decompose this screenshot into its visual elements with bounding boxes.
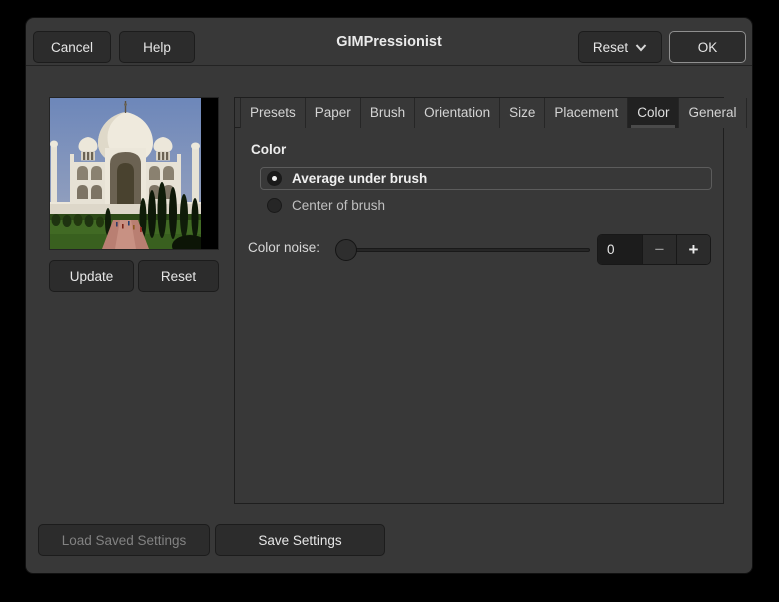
radio-button-icon[interactable] [267,171,282,186]
help-button[interactable]: Help [119,31,195,63]
tab-size[interactable]: Size [499,98,546,128]
tab-general[interactable]: General [678,98,747,128]
taj-mahal-photo [50,98,201,249]
radio-button-icon[interactable] [267,198,282,213]
radio-label: Average under brush [292,171,428,186]
radio-label: Center of brush [292,198,386,213]
cancel-button[interactable]: Cancel [33,31,111,63]
settings-notebook: Presets Paper Brush Orientation Size Pla… [234,97,747,504]
slider-handle[interactable] [335,239,357,261]
tab-color[interactable]: Color [627,98,680,128]
ok-button[interactable]: OK [669,31,746,63]
preview-image[interactable] [49,97,219,250]
reset-dropdown-label: Reset [592,39,629,55]
color-noise-slider[interactable] [335,234,590,266]
radio-option-average-under-brush[interactable]: Average under brush [260,167,712,190]
radio-option-center-of-brush[interactable]: Center of brush [260,194,385,217]
chevron-down-icon [635,43,647,51]
titlebar: GIMPressionist Cancel Help Reset OK [26,18,752,66]
load-saved-settings-button[interactable]: Load Saved Settings [38,524,210,556]
color-noise-spinbox: 0 − + [597,234,711,265]
tab-orientation[interactable]: Orientation [414,98,501,128]
color-noise-label: Color noise: [248,240,321,255]
tab-presets[interactable]: Presets [240,98,306,128]
tab-bar: Presets Paper Brush Orientation Size Pla… [235,98,747,128]
reset-dropdown-button[interactable]: Reset [578,31,662,63]
tab-placement[interactable]: Placement [544,98,629,128]
increment-button[interactable]: + [676,235,710,264]
save-settings-button[interactable]: Save Settings [215,524,385,556]
decrement-button[interactable]: − [642,235,676,264]
tab-brush[interactable]: Brush [359,98,416,128]
color-section-heading: Color [251,142,287,157]
slider-track[interactable] [346,248,590,252]
color-noise-value-field[interactable]: 0 [598,235,642,264]
tab-paper[interactable]: Paper [304,98,361,128]
gimpressionist-dialog: GIMPressionist Cancel Help Reset OK Upda… [26,18,752,573]
update-button[interactable]: Update [49,260,134,292]
preview-reset-button[interactable]: Reset [138,260,219,292]
